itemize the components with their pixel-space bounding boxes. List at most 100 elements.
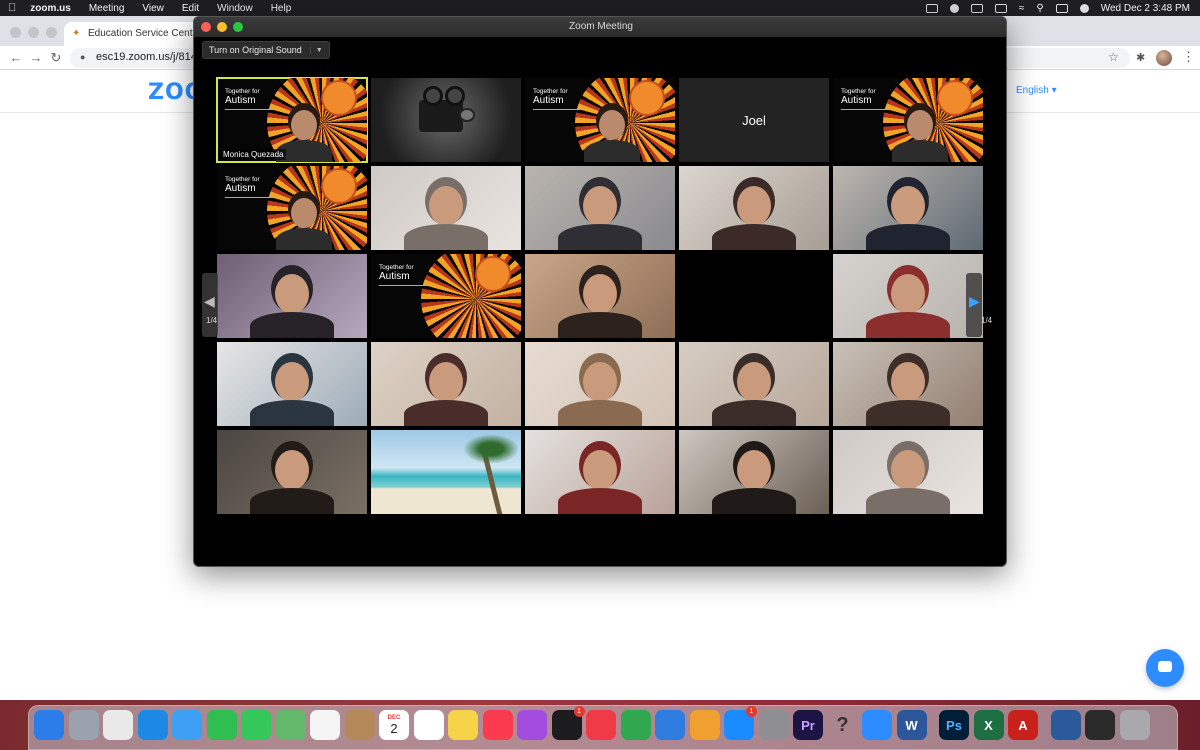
- keynote-icon[interactable]: [655, 710, 685, 740]
- help-icon[interactable]: ?: [828, 710, 858, 740]
- finder-icon[interactable]: [34, 710, 64, 740]
- zoom-icon[interactable]: [862, 710, 892, 740]
- apple-icon[interactable]: : [8, 2, 16, 14]
- participant-tile[interactable]: Joel: [679, 78, 829, 162]
- excel-icon[interactable]: X: [973, 710, 1004, 740]
- pages-icon[interactable]: [689, 710, 720, 740]
- forward-icon[interactable]: →: [28, 50, 44, 66]
- reload-icon[interactable]: ↻: [48, 50, 64, 66]
- zoom-close-icon[interactable]: [201, 22, 211, 32]
- siri-icon[interactable]: [1079, 3, 1089, 13]
- banner-line2: Autism: [841, 95, 872, 107]
- participant-tile[interactable]: Together for Autism: [217, 166, 367, 250]
- previous-page-button[interactable]: ◀: [202, 273, 218, 337]
- browser-window-controls[interactable]: [10, 27, 57, 38]
- word-icon[interactable]: W: [896, 710, 927, 740]
- participant-tile[interactable]: [525, 166, 675, 250]
- original-sound-button[interactable]: Turn on Original Sound ▼: [202, 41, 330, 59]
- participant-tile[interactable]: [525, 254, 675, 338]
- reminders-icon[interactable]: [413, 710, 444, 740]
- participant-video: [863, 442, 953, 514]
- participant-tile[interactable]: [371, 78, 521, 162]
- minimize-icon[interactable]: [28, 27, 39, 38]
- maximize-icon[interactable]: [46, 27, 57, 38]
- podcasts-icon[interactable]: [517, 710, 547, 740]
- acrobat-icon[interactable]: A: [1008, 710, 1038, 740]
- participant-video: [401, 178, 491, 250]
- profile-avatar[interactable]: [1156, 50, 1172, 66]
- participant-tile[interactable]: [679, 254, 829, 338]
- book-icon[interactable]: [1050, 710, 1081, 740]
- back-icon[interactable]: ←: [8, 50, 24, 66]
- menu-app-name[interactable]: zoom.us: [30, 3, 71, 14]
- zoom-minimize-icon[interactable]: [217, 22, 227, 32]
- browser-menu-icon[interactable]: ⋮: [1182, 49, 1195, 65]
- zoom-window-controls[interactable]: [201, 22, 243, 32]
- participant-name-center: Joel: [742, 112, 766, 128]
- creative-cloud-icon[interactable]: [949, 3, 959, 13]
- participant-tile[interactable]: [833, 254, 983, 338]
- battery-icon[interactable]: [994, 3, 1007, 13]
- contacts-icon[interactable]: [344, 710, 375, 740]
- participant-tile[interactable]: [217, 254, 367, 338]
- participant-tile[interactable]: Together for Autism Monica Quezada: [216, 77, 368, 163]
- participant-head: [275, 362, 309, 402]
- zoom-meeting-window: Zoom Meeting Turn on Original Sound ▼ To…: [193, 16, 1007, 567]
- next-page-button[interactable]: ▶: [966, 273, 982, 337]
- control-center-icon[interactable]: [1055, 3, 1068, 13]
- participant-tile[interactable]: [217, 430, 367, 514]
- display-icon[interactable]: [970, 3, 983, 13]
- participant-tile[interactable]: [679, 430, 829, 514]
- mail-icon[interactable]: [172, 710, 202, 740]
- participant-tile[interactable]: [833, 342, 983, 426]
- participant-video: [555, 442, 645, 514]
- numbers-icon[interactable]: [620, 710, 651, 740]
- participant-tile[interactable]: [371, 342, 521, 426]
- chrome-icon[interactable]: [103, 710, 133, 740]
- language-selector[interactable]: English ▾: [1016, 85, 1057, 96]
- wifi-icon[interactable]: ≈: [1019, 3, 1025, 14]
- premiere-icon[interactable]: Pr: [793, 710, 823, 740]
- close-icon[interactable]: [10, 27, 21, 38]
- participant-tile[interactable]: Together for Autism: [833, 78, 983, 162]
- calendar-icon[interactable]: DEC 2: [379, 710, 409, 740]
- photoshop-icon[interactable]: Ps: [939, 710, 969, 740]
- safari-icon[interactable]: [137, 710, 168, 740]
- facetime-icon[interactable]: [206, 710, 237, 740]
- chat-bubble-button[interactable]: [1146, 649, 1184, 687]
- participant-tile[interactable]: Together for Autism: [525, 78, 675, 162]
- participant-tile[interactable]: [679, 342, 829, 426]
- menu-edit[interactable]: Edit: [182, 3, 199, 14]
- banner-line2: Autism: [225, 183, 256, 195]
- participant-tile[interactable]: [525, 342, 675, 426]
- launchpad-icon[interactable]: [68, 710, 99, 740]
- search-icon[interactable]: ⚲: [1036, 3, 1043, 14]
- participant-tile[interactable]: [833, 430, 983, 514]
- zoom-status-icon[interactable]: [925, 3, 938, 13]
- system-preferences-icon[interactable]: [758, 710, 789, 740]
- extensions-icon[interactable]: ✱: [1136, 51, 1145, 64]
- menu-view[interactable]: View: [142, 3, 164, 14]
- participant-tile[interactable]: [679, 166, 829, 250]
- menu-window[interactable]: Window: [217, 3, 253, 14]
- trash-icon[interactable]: [1119, 710, 1150, 740]
- news-icon[interactable]: [586, 710, 616, 740]
- participant-tile[interactable]: [217, 342, 367, 426]
- bookmark-star-icon[interactable]: ☆: [1108, 50, 1119, 64]
- music-icon[interactable]: [482, 710, 513, 740]
- notes-icon[interactable]: [448, 710, 478, 740]
- messages-icon[interactable]: [241, 710, 271, 740]
- participant-tile[interactable]: [525, 430, 675, 514]
- menu-meeting[interactable]: Meeting: [89, 3, 125, 14]
- maps-icon[interactable]: [275, 710, 306, 740]
- screenshot-icon[interactable]: [1085, 710, 1115, 740]
- clock[interactable]: Wed Dec 2 3:48 PM: [1101, 3, 1190, 14]
- menu-help[interactable]: Help: [271, 3, 292, 14]
- chevron-down-icon[interactable]: ▼: [309, 46, 323, 54]
- participant-tile[interactable]: [371, 166, 521, 250]
- participant-tile[interactable]: [371, 430, 521, 514]
- participant-tile[interactable]: [833, 166, 983, 250]
- zoom-maximize-icon[interactable]: [233, 22, 243, 32]
- photos-icon[interactable]: [310, 710, 340, 740]
- participant-tile[interactable]: Together for Autism: [371, 254, 521, 338]
